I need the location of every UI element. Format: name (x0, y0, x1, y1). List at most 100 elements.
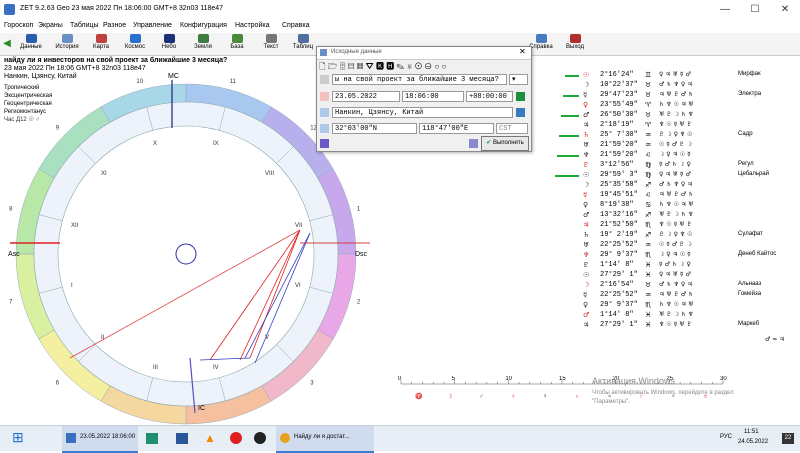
sign-glyph: ♒ (645, 291, 652, 299)
toolbar-text-button[interactable]: Текст (254, 34, 288, 55)
menu-screens[interactable]: Экраны (38, 22, 63, 29)
planet-position: 26°50'30" (600, 111, 638, 119)
toolbar-exit-button[interactable]: Выход (558, 34, 592, 55)
ruler-glyphs: ☿ ♂ ♄ ☽ ♀ (659, 161, 691, 168)
planet-position: 1°14' 8" (600, 261, 634, 269)
settings-icon[interactable] (320, 139, 329, 148)
dialog-title-bar: Исходные данные ✕ (317, 47, 531, 60)
sector-number: 7 (9, 300, 13, 306)
house-number: V (265, 335, 269, 341)
ruler-glyphs: ♇ ☽ ♀ ♆ ☉ (659, 131, 693, 138)
house-number: XI (101, 171, 107, 177)
ruler-glyphs: ♃ ♅ ♇ ♂ ♄ (659, 91, 694, 98)
back-arrow-icon[interactable]: ◀ (2, 34, 12, 55)
dialog-tool-icons[interactable]: 🗋 🗁 🗄 ▤ ▦ ⛛ 🅺 🅷 ✎ ♅ ⊙ ⊖ ○ ○ (319, 62, 446, 71)
dialog-toolbar: 🗋 🗁 🗄 ▤ ▦ ⛛ 🅺 🅷 ✎ ♅ ⊙ ⊖ ○ ○ (319, 61, 529, 72)
menu-control[interactable]: Управление (133, 22, 172, 29)
toolbar-sky-button[interactable]: Небо (152, 34, 186, 55)
planet-glyph: ♀ (583, 201, 589, 209)
house-number: XII (71, 223, 79, 229)
clock-date[interactable]: 24.05.2022 (738, 439, 768, 445)
ruler-glyphs: ♆ ☉ ☿ ♅ ♇ (659, 221, 692, 228)
table-footer: ♂ ≈ ♃ (765, 336, 785, 343)
question-field[interactable]: ы на свой проект за ближайшие 3 месяца? (332, 74, 507, 85)
activation-watermark-text: Чтобы активировать Windows, перейдите в … (592, 390, 734, 396)
title-bar: ZET 9.2.63 Geo 23 мая 2022 Пн 18:06:00 G… (0, 0, 800, 21)
activation-watermark-text2: "Параметры". (592, 399, 630, 405)
sign-glyph: ♉ (645, 91, 652, 99)
start-button[interactable]: ⊞ (12, 429, 24, 446)
cosmos-icon (129, 34, 141, 43)
question-dropdown[interactable]: ▾ (509, 74, 528, 85)
sign-glyph: ♓ (645, 311, 652, 319)
timezone-field[interactable]: +08:00:00 (466, 91, 513, 102)
language-indicator[interactable]: РУС (720, 434, 732, 440)
toolbar-data-button[interactable]: Данные (14, 34, 48, 55)
word-icon[interactable] (176, 433, 188, 444)
place-field[interactable]: Нанкин, Цзянсу, Китай (332, 107, 513, 118)
dialog-title: Исходные данные (331, 49, 382, 55)
sign-glyph: ♍ (645, 171, 652, 179)
options-icon[interactable] (469, 139, 478, 148)
vlc-icon[interactable]: ▲ (204, 431, 216, 445)
calculator-icon[interactable] (146, 433, 158, 444)
ruler-glyphs: ☉ ☿ ♂ ♇ ☽ (659, 141, 692, 148)
dialog-app-icon (320, 49, 327, 56)
latitude-field[interactable]: 32°03'00"N (332, 123, 417, 134)
tz-code-field[interactable]: CST (496, 123, 528, 134)
sign-glyph: ♒ (645, 131, 652, 139)
longitude-field[interactable]: 118°47'00"E (419, 123, 494, 134)
maximize-button[interactable]: ☐ (740, 0, 770, 20)
text-icon (265, 34, 277, 43)
planet-position: 8°19'38" (600, 201, 634, 209)
menu-tables[interactable]: Таблицы (70, 22, 99, 29)
taskbar-browser-tab[interactable]: Найду ли я достат... (276, 426, 374, 453)
opera-icon[interactable] (230, 432, 242, 444)
planet-glyph: ☉ (583, 271, 590, 279)
zet-app-icon (66, 433, 76, 443)
menu-misc[interactable]: Разное (103, 22, 126, 29)
house-number: VIII (265, 171, 274, 177)
toolbar-cosmos-button[interactable]: Космос (118, 34, 152, 55)
toolbar-base-button[interactable]: База (220, 34, 254, 55)
date-field[interactable]: 23.05.2022 (332, 91, 400, 102)
sector-number: 6 (56, 380, 60, 386)
planet-glyph: ☽ (583, 281, 590, 289)
dsc-label: Dsc (355, 251, 368, 258)
planet-glyph: ♇ (583, 161, 590, 169)
toolbar-history-button[interactable]: История (50, 34, 84, 55)
planet-glyph: ☽ (583, 181, 590, 189)
clock-time[interactable]: 11:51 (744, 429, 759, 435)
taskbar-zet-app[interactable]: 23.05.2022 18:06:00 (62, 426, 138, 453)
menu-help[interactable]: Справка (282, 22, 309, 29)
menu-configuration[interactable]: Конфигурация (180, 22, 227, 29)
scale-tick-label: 15 (559, 376, 566, 382)
run-button[interactable]: ✔ Выполнить (481, 136, 529, 151)
close-button[interactable]: ✕ (770, 0, 800, 20)
notification-badge[interactable]: 22 (782, 433, 794, 444)
dialog-close-icon[interactable]: ✕ (519, 47, 526, 56)
sign-glyph: ♊ (645, 71, 652, 79)
fixed-star-label: Денеб Кайтос (738, 251, 777, 257)
fixed-star-label: Сулафат (738, 231, 763, 237)
planet-glyph: ♄ (583, 231, 590, 239)
time-field[interactable]: 18:06:00 (402, 91, 464, 102)
chrome-icon (280, 433, 290, 443)
place-search-button[interactable] (516, 108, 525, 117)
planet-position: 10°22'37" (600, 81, 638, 89)
minimize-button[interactable]: — (710, 0, 740, 20)
menu-horoscope[interactable]: Гороскоп (4, 22, 33, 29)
menu-settings[interactable]: Настройка (235, 22, 269, 29)
sector-number: 3 (310, 380, 314, 386)
ruler-glyphs: ☉ ☿ ♂ ♇ ☽ (659, 241, 692, 248)
sign-glyph: ♈ (645, 121, 652, 129)
toolbar-tables-button[interactable]: Таблиц (286, 34, 320, 55)
record-icon[interactable] (254, 432, 266, 444)
toolbar-earth-button[interactable]: Земля (186, 34, 220, 55)
ruler-glyphs: ☽ ♀ ♃ ☉ ☿ (659, 251, 691, 258)
ruler-glyphs: ♃ ♅ ♇ ♂ ♄ (659, 191, 694, 198)
scale-tick-label: 0 (398, 376, 402, 382)
planet-glyph: ♂ (583, 211, 590, 219)
timezone-green-button[interactable] (516, 92, 525, 101)
toolbar-map-button[interactable]: Карта (84, 34, 118, 55)
